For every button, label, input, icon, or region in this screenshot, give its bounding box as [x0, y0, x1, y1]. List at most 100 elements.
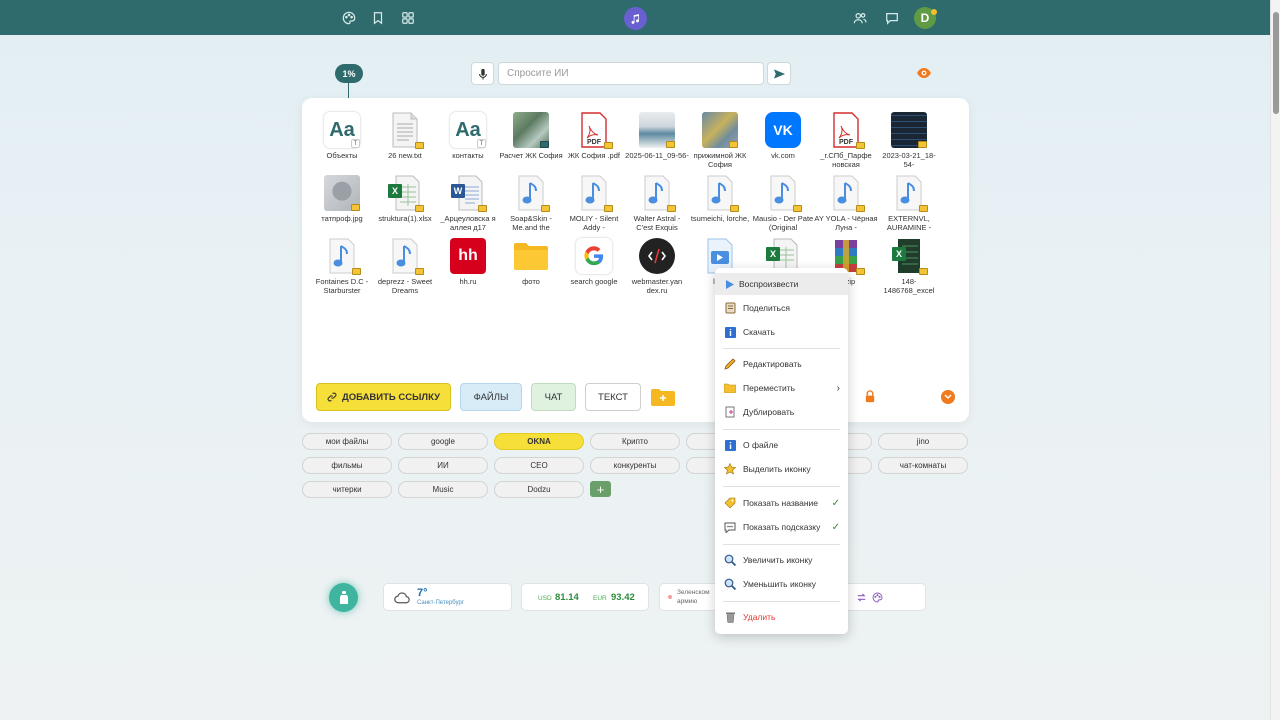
palette-icon[interactable] — [338, 7, 360, 29]
file-tile[interactable]: 2025-06-11_09-56- — [625, 111, 689, 171]
context-menu: Воспроизвести Поделиться Скачать Редакти… — [715, 268, 848, 634]
menu-item-download[interactable]: Скачать — [715, 321, 848, 343]
chevron-down-icon[interactable] — [941, 390, 955, 404]
file-tile[interactable]: Soap&Skin - Me.and the — [499, 174, 563, 234]
menu-item-show-tooltip[interactable]: Показать подсказку ✓ — [715, 516, 848, 538]
tag-chip[interactable]: чат-комнаты — [878, 457, 968, 474]
file-label: MOLIY - Silent Addy - — [569, 214, 619, 232]
menu-item-highlight[interactable]: Выделить иконку — [715, 458, 848, 480]
eur-label: EUR — [593, 595, 607, 602]
file-tile[interactable]: прижимной ЖК София — [688, 111, 752, 171]
menu-item-zoom-in[interactable]: Увеличить иконку — [715, 549, 848, 571]
file-label: webmaster.yan dex.ru — [631, 277, 683, 295]
add-tag-button[interactable]: + — [590, 481, 611, 497]
scrollbar[interactable] — [1270, 0, 1280, 720]
file-tile[interactable]: X 148-1486768_excel — [877, 237, 941, 297]
menu-item-delete[interactable]: Удалить — [715, 606, 848, 628]
bookmark-icon[interactable] — [367, 7, 389, 29]
file-tile[interactable]: PDF ЖК София .pdf — [562, 111, 626, 171]
bottle-icon[interactable] — [329, 583, 358, 612]
svg-text:PDF: PDF — [839, 139, 854, 146]
tag-chip[interactable]: читерки — [302, 481, 392, 498]
file-label: deprezz - Sweet Dreams — [377, 277, 433, 295]
file-tile[interactable]: Mausio - Der Pate (Original — [751, 174, 815, 234]
tag-chip[interactable]: Крипто — [590, 433, 680, 450]
music-note-icon[interactable] — [624, 7, 647, 30]
tag-chip[interactable]: конкуренты — [590, 457, 680, 474]
news-text: Зеленском армию — [677, 589, 710, 605]
grid-icon[interactable] — [397, 7, 419, 29]
menu-item-play[interactable]: Воспроизвести — [715, 273, 848, 295]
file-label: 2023-03-21_18-54- — [882, 151, 936, 169]
lock-icon[interactable] — [864, 390, 876, 403]
menu-item-file-info[interactable]: О файле — [715, 434, 848, 456]
file-tile[interactable]: hh hh.ru — [436, 237, 500, 297]
screenshot-thumbnail — [891, 112, 927, 148]
file-tile[interactable]: фото — [499, 237, 563, 297]
weather-widget[interactable]: 7° Санкт-Петербург — [383, 583, 512, 611]
menu-item-show-name[interactable]: Показать название ✓ — [715, 492, 848, 514]
file-tile[interactable]: Aa T контакты — [436, 111, 500, 171]
file-tile[interactable]: татпроф.jpg — [310, 174, 374, 234]
file-tile[interactable]: Fontaines D.C - Starburster — [310, 237, 374, 297]
file-tile[interactable]: search google — [562, 237, 626, 297]
ai-search-input[interactable] — [498, 62, 764, 85]
file-tile[interactable]: MOLIY - Silent Addy - — [562, 174, 626, 234]
avatar[interactable]: D — [914, 7, 937, 29]
file-label: Soap&Skin - Me.and the — [510, 214, 552, 232]
add-folder-icon[interactable] — [651, 388, 675, 406]
file-tile[interactable]: Aa T Объекты — [310, 111, 374, 171]
menu-item-label: Выделить иконку — [743, 464, 811, 474]
file-tile[interactable]: deprezz - Sweet Dreams — [373, 237, 437, 297]
users-icon[interactable] — [849, 7, 871, 29]
tag-chip[interactable]: google — [398, 433, 488, 450]
info-icon — [724, 439, 736, 451]
files-button[interactable]: ФАЙЛЫ — [460, 383, 522, 411]
tag-chip[interactable]: мои файлы — [302, 433, 392, 450]
file-tile[interactable]: AY YOLA - Чёрная Луна - — [814, 174, 878, 234]
file-tile[interactable]: Walter Astral - C'est Exquis — [625, 174, 689, 234]
excel-icon: X — [386, 174, 424, 212]
file-tile[interactable]: tsumeichi, lorche, — [688, 174, 752, 234]
menu-item-label: Уменьшить иконку — [743, 579, 817, 589]
file-tile[interactable]: webmaster.yan dex.ru — [625, 237, 689, 297]
tag-chip[interactable]: ИИ — [398, 457, 488, 474]
scrollbar-thumb[interactable] — [1273, 12, 1279, 114]
currency-widget[interactable]: USD 81.14 EUR 93.42 — [521, 583, 649, 611]
tag-chip[interactable]: Music — [398, 481, 488, 498]
tag-chip[interactable]: Dodzu — [494, 481, 584, 498]
menu-item-duplicate[interactable]: Дублировать — [715, 401, 848, 423]
tag-chip[interactable]: CEO — [494, 457, 584, 474]
tag-chip[interactable]: фильмы — [302, 457, 392, 474]
tag-chip[interactable]: jino — [878, 433, 968, 450]
menu-item-zoom-out[interactable]: Уменьшить иконку — [715, 573, 848, 595]
microphone-button[interactable] — [471, 62, 494, 85]
file-tile[interactable]: VK vk.com — [751, 111, 815, 171]
menu-item-label: Скачать — [743, 327, 775, 337]
send-button[interactable] — [767, 62, 791, 85]
excel-icon: X — [890, 237, 928, 275]
text-button[interactable]: ТЕКСТ — [585, 383, 641, 411]
menu-item-share[interactable]: Поделиться — [715, 297, 848, 319]
add-link-button[interactable]: ДОБАВИТЬ ССЫЛКУ — [316, 383, 451, 411]
file-tile[interactable]: EXTERNVL, AURAMINE - — [877, 174, 941, 234]
menu-item-label: Увеличить иконку — [743, 555, 813, 565]
menu-item-label: Показать название — [743, 498, 819, 508]
menu-item-edit[interactable]: Редактировать — [715, 353, 848, 375]
file-tile[interactable]: 26 new.txt — [373, 111, 437, 171]
file-tile[interactable]: X struktura(1).xlsx — [373, 174, 437, 234]
chat-icon[interactable] — [881, 7, 903, 29]
chat-button[interactable]: ЧАТ — [531, 383, 576, 411]
file-tile[interactable]: Расчет ЖК София — [499, 111, 563, 171]
menu-item-move[interactable]: Переместить › — [715, 377, 848, 399]
file-label: Объекты — [326, 151, 358, 160]
file-tile[interactable]: PDF _г.СПб_Парфе новская — [814, 111, 878, 171]
checkmark-icon: ✓ — [831, 497, 840, 509]
refresh-icon[interactable] — [856, 592, 867, 603]
file-tile[interactable]: 2023-03-21_18-54- — [877, 111, 941, 171]
tag-chip-active[interactable]: OKNA — [494, 433, 584, 450]
checkmark-icon: ✓ — [831, 521, 840, 533]
palette-icon[interactable] — [872, 592, 883, 603]
file-tile[interactable]: W _Арцеуловска я аллея д17 — [436, 174, 500, 234]
eye-icon[interactable] — [916, 66, 932, 80]
